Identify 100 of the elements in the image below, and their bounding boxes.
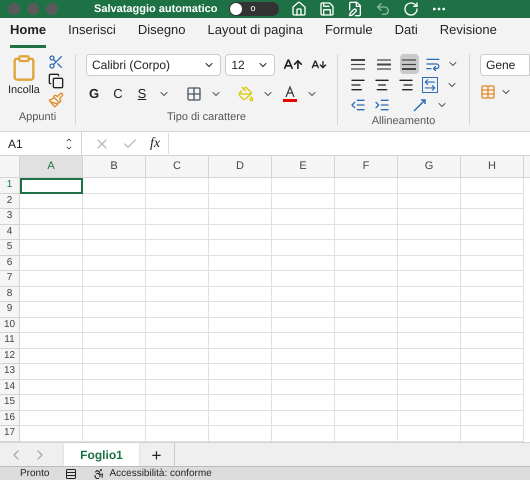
row-header[interactable]: 1 [0, 178, 20, 194]
row-header[interactable]: 3 [0, 209, 20, 224]
grid-cell[interactable] [461, 380, 524, 395]
ribbon-tab[interactable]: Layout di pagina [208, 20, 303, 48]
grid-cell[interactable] [398, 194, 461, 209]
grid-cell[interactable] [83, 380, 146, 395]
italic-button[interactable]: C [110, 84, 126, 104]
grid-cell[interactable] [146, 224, 209, 240]
grid-cell[interactable] [209, 194, 272, 209]
grid-cell[interactable] [146, 194, 209, 209]
selected-cell[interactable] [20, 178, 83, 194]
row-header[interactable]: 12 [0, 348, 20, 364]
row-header[interactable]: 15 [0, 395, 20, 410]
insert-function-button[interactable]: fx [150, 133, 170, 154]
grid-cell[interactable] [20, 224, 83, 240]
grid-cell[interactable] [398, 380, 461, 395]
borders-icon[interactable] [186, 86, 202, 102]
font-name-field[interactable]: Calibri (Corpo) [86, 54, 222, 76]
merge-icon[interactable] [422, 77, 438, 93]
accessibility-icon[interactable] [93, 468, 106, 480]
grid-cell[interactable] [83, 194, 146, 209]
grid-cell[interactable] [335, 395, 398, 410]
redo-icon[interactable] [403, 1, 420, 17]
grid-cell[interactable] [83, 224, 146, 240]
grid-cell[interactable] [83, 286, 146, 302]
grid-cell[interactable] [83, 178, 146, 194]
grid-cell[interactable] [20, 333, 83, 348]
grid-cell[interactable] [272, 410, 335, 426]
grid-cell[interactable] [20, 318, 83, 333]
grid-cell[interactable] [272, 302, 335, 318]
sheet-tab[interactable]: Foglio1 [64, 443, 139, 466]
grid-cell[interactable] [272, 364, 335, 380]
grid-cell[interactable] [461, 302, 524, 318]
grid-cell[interactable] [398, 348, 461, 364]
grid-cell[interactable] [272, 194, 335, 209]
column-header[interactable]: C [146, 156, 209, 177]
grid-cell[interactable] [398, 256, 461, 271]
column-header[interactable]: A [20, 156, 83, 177]
font-color-icon[interactable] [282, 85, 298, 102]
bold-button[interactable]: G [86, 84, 102, 104]
grid-cell[interactable] [272, 271, 335, 286]
grid-cell[interactable] [20, 348, 83, 364]
grid-cell[interactable] [20, 209, 83, 224]
grid-cell[interactable] [335, 302, 398, 318]
grid-cell[interactable] [335, 240, 398, 256]
grid-cell[interactable] [272, 348, 335, 364]
grid-cell[interactable] [272, 333, 335, 348]
row-header[interactable]: 17 [0, 426, 20, 442]
grid-cell[interactable] [398, 395, 461, 410]
vertical-align-button[interactable] [400, 54, 420, 74]
grid-cell[interactable] [20, 302, 83, 318]
grid-cell[interactable] [209, 271, 272, 286]
grid-cell[interactable] [20, 194, 83, 209]
grid-cell[interactable] [461, 271, 524, 286]
ribbon-tab[interactable]: Dati [394, 20, 418, 48]
column-header[interactable]: F [335, 156, 398, 177]
window-control[interactable] [8, 3, 20, 15]
grid-cell[interactable] [398, 333, 461, 348]
row-header[interactable]: 5 [0, 240, 20, 256]
grid-cell[interactable] [398, 271, 461, 286]
grid-cell[interactable] [461, 194, 524, 209]
grid-cell[interactable] [146, 178, 209, 194]
grid-cell[interactable] [20, 380, 83, 395]
row-header[interactable]: 10 [0, 318, 20, 333]
grid-cell[interactable] [272, 318, 335, 333]
grid-cell[interactable] [335, 256, 398, 271]
grid-cell[interactable] [146, 333, 209, 348]
column-header[interactable]: D [209, 156, 272, 177]
grid-cell[interactable] [335, 271, 398, 286]
grid-cell[interactable] [20, 364, 83, 380]
autosave-toggle[interactable]: o [229, 2, 280, 16]
grid-cell[interactable] [398, 224, 461, 240]
grid-cell[interactable] [335, 224, 398, 240]
column-header[interactable]: G [398, 156, 461, 177]
row-header[interactable]: 11 [0, 333, 20, 348]
grid-cell[interactable] [461, 333, 524, 348]
grid-cell[interactable] [83, 348, 146, 364]
grid-cell[interactable] [146, 256, 209, 271]
grid-cell[interactable] [461, 209, 524, 224]
grid-cell[interactable] [272, 240, 335, 256]
grid-cell[interactable] [461, 224, 524, 240]
grid-cell[interactable] [146, 364, 209, 380]
grid-cell[interactable] [461, 286, 524, 302]
grid-cell[interactable] [272, 286, 335, 302]
fill-color-icon[interactable] [238, 86, 254, 102]
grid-cell[interactable] [20, 271, 83, 286]
grid-cell[interactable] [461, 178, 524, 194]
name-box[interactable]: A1 [0, 132, 82, 155]
grid-cell[interactable] [83, 209, 146, 224]
grid-cell[interactable] [209, 333, 272, 348]
grid-cell[interactable] [398, 364, 461, 380]
grid-cell[interactable] [209, 380, 272, 395]
column-header[interactable]: H [461, 156, 524, 177]
row-header[interactable]: 13 [0, 364, 20, 380]
grid-cell[interactable] [209, 224, 272, 240]
grid-cell[interactable] [398, 209, 461, 224]
paste-button[interactable]: Incolla [8, 54, 40, 108]
grid-cell[interactable] [146, 380, 209, 395]
grid-cell[interactable] [146, 410, 209, 426]
grid-cell[interactable] [272, 256, 335, 271]
